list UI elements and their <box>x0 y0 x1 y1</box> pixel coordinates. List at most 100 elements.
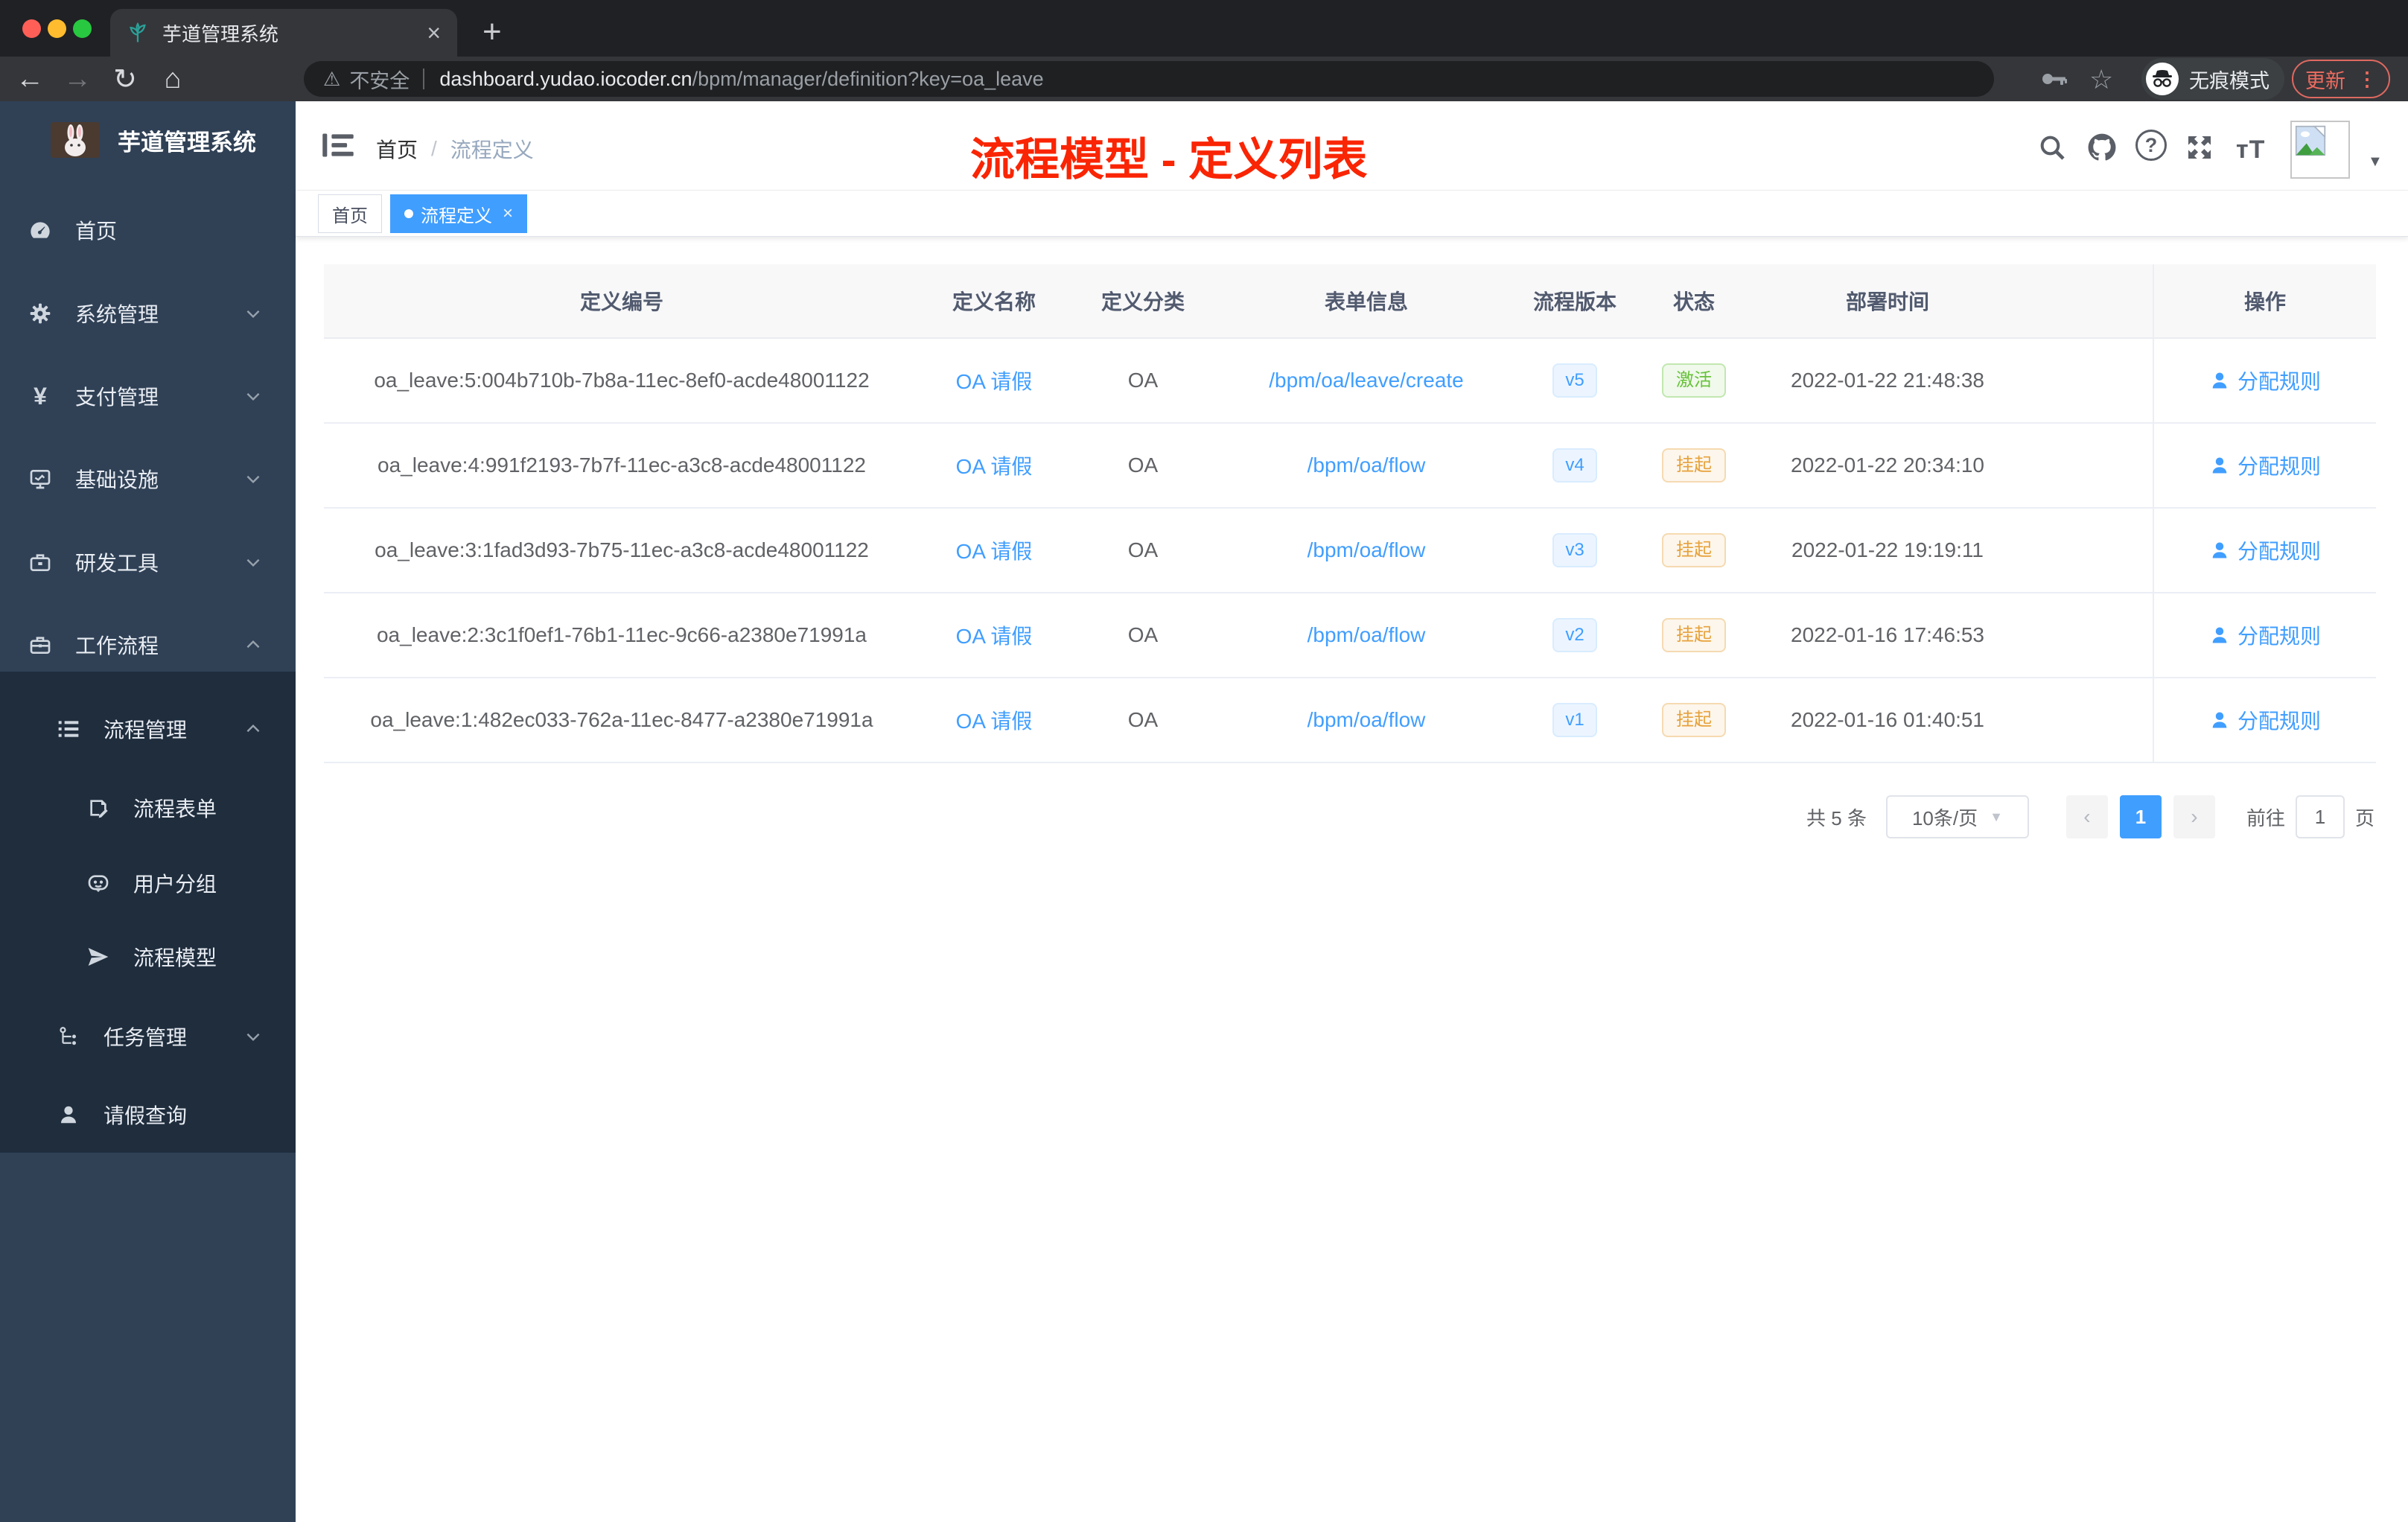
forward-icon[interactable]: → <box>54 63 101 95</box>
version-cell: v4 <box>1515 448 1634 483</box>
new-tab-button[interactable]: + <box>482 13 502 51</box>
macos-zoom-button[interactable] <box>73 19 92 38</box>
sidebar-item-payment[interactable]: ¥ 支付管理 <box>0 375 296 417</box>
definition-category: OA <box>1127 369 1159 392</box>
annotation-title: 流程模型 - 定义列表 <box>970 135 1368 185</box>
sidebar-logo[interactable]: 芋道管理系统 <box>0 119 296 161</box>
status-cell: 激活 <box>1634 363 1754 398</box>
tree-icon <box>56 1025 81 1048</box>
definition-name-link[interactable]: OA 请假 <box>920 620 1068 650</box>
action-label: 分配规则 <box>2237 710 2321 733</box>
security-warning-icon: ⚠ <box>323 67 341 90</box>
password-key-icon[interactable] <box>2042 70 2067 88</box>
breadcrumb: 首页 / 流程定义 <box>376 134 534 164</box>
assign-rule-button[interactable]: 分配规则 <box>2209 705 2321 735</box>
fullscreen-icon[interactable] <box>2185 133 2214 162</box>
action-cell: 分配规则 <box>2153 678 2376 762</box>
prev-page-button[interactable]: ‹ <box>2065 795 2108 838</box>
next-page-button[interactable]: › <box>2173 795 2215 838</box>
sidebar-item-process-mgmt[interactable]: 流程管理 <box>0 708 296 750</box>
chevron-down-icon <box>243 386 263 406</box>
briefcase-icon <box>28 633 53 657</box>
menu-dots-icon[interactable]: ⋮ <box>2357 68 2377 91</box>
definition-id: oa_leave:2:3c1f0ef1-76b1-11ec-9c66-a2380… <box>376 623 867 646</box>
sidebar-item-infrastructure[interactable]: 基础设施 <box>0 458 296 500</box>
form-link[interactable]: /bpm/oa/leave/create <box>1217 369 1515 392</box>
user-icon <box>2212 457 2227 474</box>
definition-name-link[interactable]: OA 请假 <box>920 450 1068 480</box>
form-link[interactable]: /bpm/oa/flow <box>1217 708 1515 732</box>
sidebar-item-process-form[interactable]: 流程表单 <box>0 787 296 829</box>
definition-id: oa_leave:1:482ec033-762a-11ec-8477-a2380… <box>370 708 873 731</box>
sidebar-item-task-mgmt[interactable]: 任务管理 <box>0 1016 296 1057</box>
form-link[interactable]: /bpm/oa/flow <box>1217 453 1515 477</box>
tag-process-definition[interactable]: 流程定义 × <box>390 194 528 233</box>
page-number-button[interactable]: 1 <box>2119 795 2162 838</box>
user-icon <box>2212 627 2227 643</box>
sidebar-item-label: 流程模型 <box>133 946 217 969</box>
sidebar-item-leave-query[interactable]: 请假查询 <box>0 1094 296 1136</box>
sidebar-item-label: 系统管理 <box>75 303 159 326</box>
definition-id: oa_leave:3:1fad3d93-7b75-11ec-a3c8-acde4… <box>375 538 869 561</box>
assign-rule-button[interactable]: 分配规则 <box>2209 450 2321 480</box>
definition-name-link[interactable]: OA 请假 <box>920 705 1068 735</box>
browser-tabstrip: 芋道管理系统 × + <box>0 0 2408 57</box>
macos-minimize-button[interactable] <box>48 19 66 38</box>
tag-label: 流程定义 <box>421 206 492 226</box>
column-header-category: 定义分类 <box>1101 290 1185 313</box>
definition-name-link[interactable]: OA 请假 <box>920 366 1068 395</box>
chevron-down-icon: ▼ <box>1990 809 2003 824</box>
sidebar-item-devtools[interactable]: 研发工具 <box>0 541 296 583</box>
assign-rule-button[interactable]: 分配规则 <box>2209 366 2321 395</box>
status-badge: 挂起 <box>1662 617 1726 653</box>
user-icon <box>56 1104 81 1126</box>
tag-home[interactable]: 首页 <box>318 194 382 233</box>
home-icon[interactable]: ⌂ <box>149 63 197 95</box>
sidebar-item-user-group[interactable]: 用户分组 <box>0 862 296 904</box>
page-size-select[interactable]: 10条/页 ▼ <box>1885 795 2029 838</box>
github-icon[interactable] <box>2086 131 2118 164</box>
assign-rule-button[interactable]: 分配规则 <box>2209 535 2321 565</box>
help-icon[interactable]: ? <box>2135 130 2167 161</box>
form-link[interactable]: /bpm/oa/flow <box>1217 623 1515 647</box>
browser-tab[interactable]: 芋道管理系统 × <box>110 9 457 57</box>
incognito-badge[interactable]: 无痕模式 <box>2141 58 2284 100</box>
bookmark-star-icon[interactable]: ☆ <box>2089 64 2113 95</box>
macos-close-button[interactable] <box>22 19 41 38</box>
reload-icon[interactable]: ↻ <box>101 63 149 96</box>
sidebar-item-workflow[interactable]: 工作流程 <box>0 624 296 666</box>
incognito-label: 无痕模式 <box>2189 69 2270 92</box>
definition-name-link[interactable]: OA 请假 <box>920 535 1068 565</box>
deploy-time: 2022-01-22 20:34:10 <box>1791 453 1984 477</box>
avatar[interactable] <box>2290 121 2350 179</box>
definition-id: oa_leave:5:004b710b-7b8a-11ec-8ef0-acde4… <box>374 369 870 392</box>
url-bar[interactable]: ⚠ 不安全 dashboard.yudao.iocoder.cn/bpm/man… <box>304 61 1994 97</box>
breadcrumb-home[interactable]: 首页 <box>376 134 418 164</box>
form-link[interactable]: /bpm/oa/flow <box>1217 538 1515 562</box>
sidebar-item-label: 任务管理 <box>103 1026 188 1049</box>
sidebar-item-system[interactable]: 系统管理 <box>0 293 296 334</box>
user-icon <box>2212 372 2227 389</box>
sidebar-item-label: 流程管理 <box>103 719 188 742</box>
search-icon[interactable] <box>2037 133 2067 162</box>
definition-category: OA <box>1127 538 1159 561</box>
user-icon <box>2212 712 2227 728</box>
tab-close-icon[interactable]: × <box>427 21 441 45</box>
toolbox-icon <box>28 550 53 574</box>
tag-close-icon[interactable]: × <box>503 203 513 224</box>
sidebar-item-home[interactable]: 首页 <box>0 209 296 251</box>
back-icon[interactable]: ← <box>6 63 54 95</box>
goto-page-input[interactable] <box>2295 795 2345 838</box>
version-cell: v3 <box>1515 532 1634 568</box>
assign-rule-button[interactable]: 分配规则 <box>2209 620 2321 650</box>
security-label[interactable]: 不安全 <box>349 65 410 94</box>
browser-update-button[interactable]: 更新 ⋮ <box>2292 60 2390 98</box>
font-size-icon[interactable]: ᴛT <box>2236 136 2265 165</box>
sidebar-item-process-model[interactable]: 流程模型 <box>0 936 296 978</box>
breadcrumb-separator: / <box>431 137 437 160</box>
sidebar-item-label: 请假查询 <box>103 1104 188 1127</box>
avatar-caret-icon[interactable]: ▼ <box>2368 153 2383 171</box>
column-header-status: 状态 <box>1672 290 1715 313</box>
sidebar-fold-icon[interactable] <box>322 131 354 159</box>
tab-title: 芋道管理系统 <box>162 22 279 45</box>
